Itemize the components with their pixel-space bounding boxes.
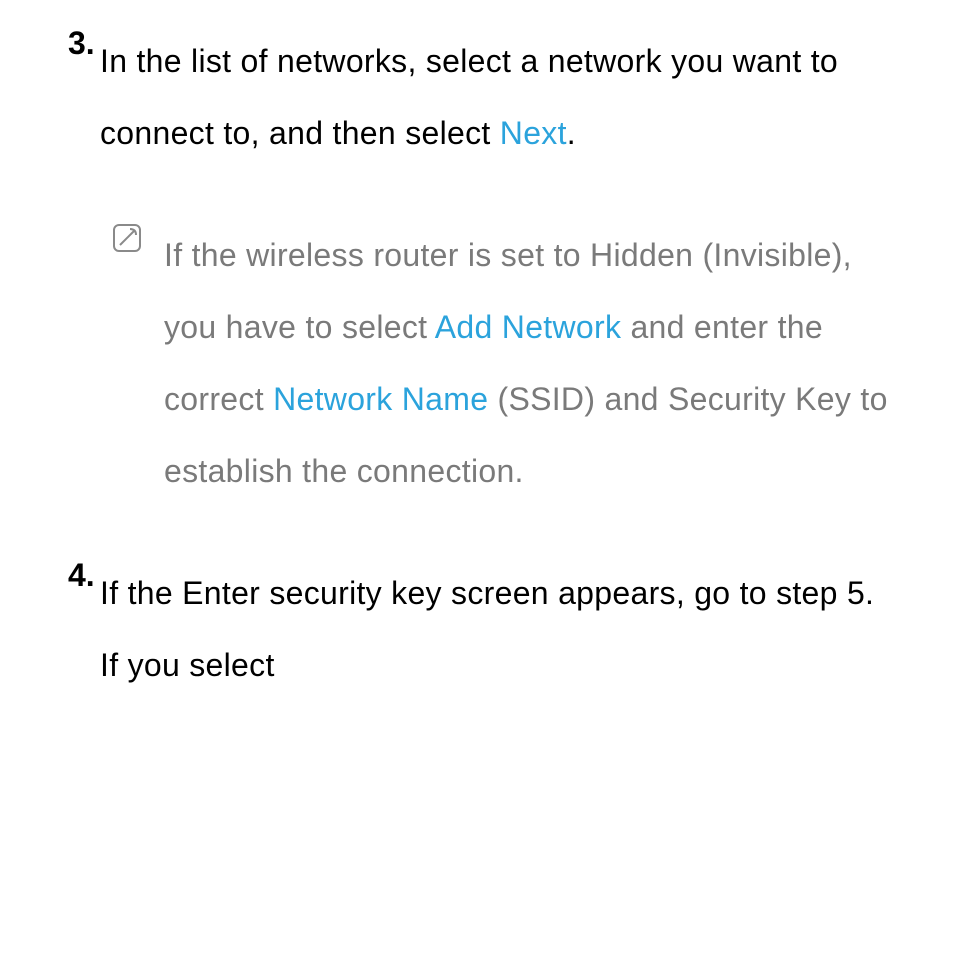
- step-3-block: 3. In the list of networks, select a net…: [100, 25, 894, 507]
- step-3-text-part1: In the list of networks, select a networ…: [100, 43, 838, 151]
- network-name-link[interactable]: Network Name: [273, 381, 488, 417]
- step-3-text: In the list of networks, select a networ…: [100, 25, 894, 169]
- note-icon: [112, 223, 142, 253]
- step-4-block: 4. If the Enter security key screen appe…: [100, 557, 894, 701]
- note-block: If the wireless router is set to Hidden …: [164, 219, 894, 507]
- add-network-link[interactable]: Add Network: [435, 309, 622, 345]
- next-link[interactable]: Next: [500, 115, 567, 151]
- step-3-text-part2: .: [567, 115, 576, 151]
- note-text: If the wireless router is set to Hidden …: [164, 219, 894, 507]
- step-3-number: 3.: [68, 25, 95, 62]
- step-4-number: 4.: [68, 557, 95, 594]
- step-4-text: If the Enter security key screen appears…: [100, 557, 894, 701]
